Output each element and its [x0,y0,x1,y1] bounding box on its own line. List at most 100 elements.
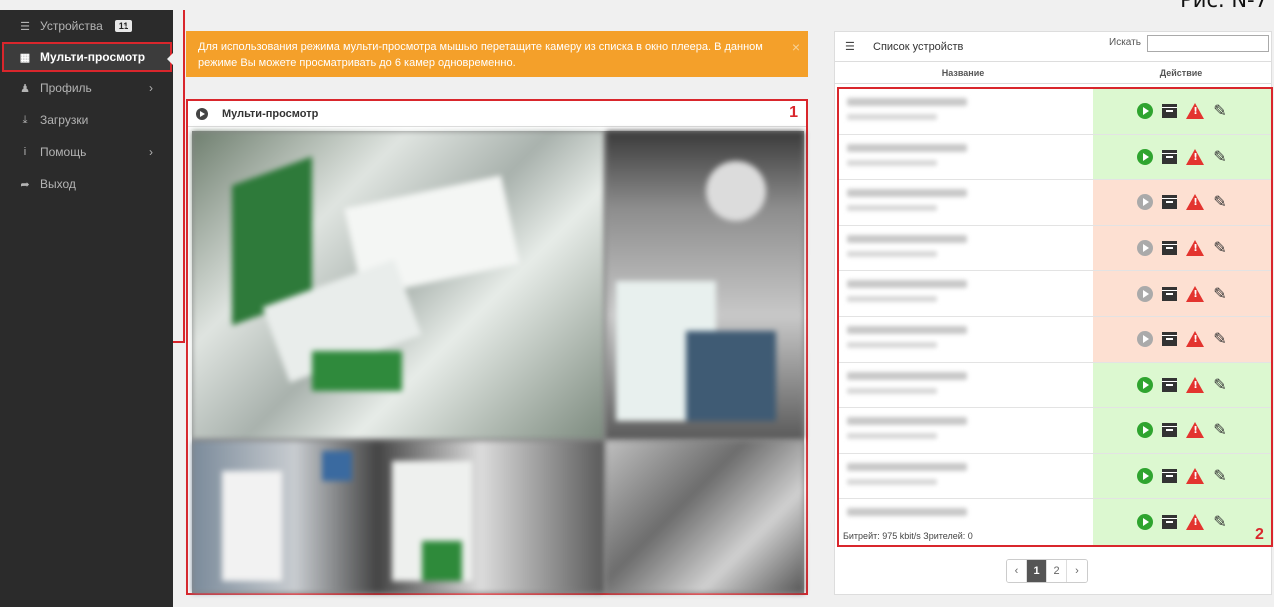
archive-icon[interactable] [1162,377,1178,392]
sidebar-item-label: Устройства [40,19,103,33]
redacted-device-name [847,143,967,152]
pencil-icon[interactable]: ✎ [1213,376,1226,393]
play-icon[interactable] [1137,331,1154,348]
sidebar-item-profile[interactable]: ♟ Профиль › [0,72,173,104]
camera-view[interactable] [606,131,804,439]
device-actions-cell: ✎ [1093,362,1271,408]
viewers-text: Зрителей: 0 [923,530,973,541]
pencil-icon[interactable]: ✎ [1213,103,1226,119]
device-name-cell[interactable] [839,225,1093,271]
archive-icon[interactable] [1162,195,1178,210]
figure-caption: Рис. N-7 [1180,0,1268,12]
archive-icon[interactable] [1162,332,1178,347]
archive-icon[interactable] [1162,286,1178,301]
archive-icon[interactable] [1162,104,1178,119]
table-row[interactable]: ✎ [839,362,1271,409]
device-name-cell[interactable] [839,271,1093,316]
play-icon[interactable] [1137,148,1154,165]
archive-icon[interactable] [1162,241,1178,256]
sidebar-item-multiview[interactable]: ▦ Мульти-просмотр [2,42,173,72]
device-name-cell[interactable] [839,316,1093,362]
warning-icon[interactable] [1186,148,1205,165]
archive-icon[interactable] [1162,469,1178,484]
redacted-device-name [847,98,967,106]
sidebar-item-devices[interactable]: ☰ Устройства 11 › [0,10,173,42]
warning-icon[interactable] [1186,285,1205,302]
device-actions-cell: ✎ [1093,316,1271,362]
warning-icon[interactable] [1186,422,1205,439]
play-circle-icon[interactable] [196,107,208,120]
play-icon[interactable] [1137,103,1154,120]
device-name-cell[interactable] [839,408,1093,453]
device-name-cell[interactable] [839,453,1093,499]
device-name-cell[interactable] [839,180,1093,225]
sidebar-item-help[interactable]: i Помощь › [0,136,173,168]
camera-view[interactable] [606,441,804,593]
warning-icon[interactable] [1186,194,1205,211]
device-actions-cell: ✎ [1093,225,1271,271]
table-row[interactable]: ✎ [839,408,1271,454]
table-row[interactable]: ✎ [839,271,1271,317]
play-icon[interactable] [1137,422,1154,439]
pencil-icon[interactable]: ✎ [1213,148,1226,165]
device-actions-cell: ✎ [1093,180,1271,225]
warning-icon[interactable] [1186,331,1205,348]
archive-icon[interactable] [1162,149,1178,164]
video-grid[interactable] [192,131,804,593]
multiview-player[interactable]: Мульти-просмотр 1 [186,99,808,595]
warning-icon[interactable] [1186,468,1205,485]
sidebar-item-label: Загрузки [40,113,89,127]
redacted-device-name [847,462,967,471]
table-row[interactable]: ✎ [839,134,1271,181]
warning-icon[interactable] [1186,240,1205,257]
device-name-cell[interactable] [839,89,1093,134]
device-name-cell[interactable] [839,134,1093,180]
pencil-icon[interactable]: ✎ [1213,194,1226,210]
play-icon[interactable] [1137,468,1154,485]
table-row[interactable]: Битрейт: 975 kbit/s Зрителей: 0 ✎ [839,499,1271,545]
play-icon[interactable] [1137,285,1154,302]
alert-text: Для использования режима мульти-просмотр… [198,41,763,69]
warning-icon[interactable] [1186,103,1205,120]
redacted-device-info [847,296,937,303]
archive-icon[interactable] [1162,515,1178,530]
pencil-icon[interactable]: ✎ [1213,331,1226,347]
pager-next-button[interactable]: › [1067,560,1087,582]
device-name-cell[interactable]: Битрейт: 975 kbit/s Зрителей: 0 [839,499,1093,545]
table-row[interactable]: ✎ [839,225,1271,272]
play-icon[interactable] [1137,514,1154,531]
warning-icon[interactable] [1186,514,1205,531]
pencil-icon[interactable]: ✎ [1213,285,1226,302]
bitrate-text: Битрейт: 975 kbit/s [843,530,921,541]
pencil-icon[interactable]: ✎ [1213,514,1226,530]
device-list-header: ☰ Список устройств Искать [835,32,1271,62]
pager-page-1[interactable]: 1 [1027,560,1047,582]
pencil-icon[interactable]: ✎ [1213,422,1226,438]
pager-prev-button[interactable]: ‹ [1007,560,1027,582]
redacted-device-info [847,250,937,257]
camera-view[interactable] [192,441,604,593]
sidebar-item-downloads[interactable]: ⤓ Загрузки [0,104,173,136]
device-actions-cell: ✎ [1093,408,1271,453]
play-icon[interactable] [1137,240,1154,257]
table-row[interactable]: ✎ [839,180,1271,226]
warning-icon[interactable] [1186,376,1205,393]
archive-icon[interactable] [1162,423,1178,438]
redacted-device-info [847,114,937,120]
table-row[interactable]: ✎ [839,89,1271,135]
device-list-panel: ☰ Список устройств Искать Название Дейст… [834,31,1273,595]
close-icon[interactable]: × [792,39,800,55]
play-icon[interactable] [1137,194,1154,211]
table-row[interactable]: ✎ [839,453,1271,500]
table-row[interactable]: ✎ [839,316,1271,363]
sidebar-item-logout[interactable]: ➦ Выход [0,168,173,200]
redacted-device-name [847,371,967,380]
pencil-icon[interactable]: ✎ [1213,240,1226,256]
device-name-cell[interactable] [839,362,1093,408]
play-icon[interactable] [1137,376,1154,393]
camera-view[interactable] [192,131,604,439]
pencil-icon[interactable]: ✎ [1213,468,1226,484]
search-input[interactable] [1147,35,1269,52]
pager-page-2[interactable]: 2 [1047,560,1067,582]
active-caret-icon [167,53,173,65]
